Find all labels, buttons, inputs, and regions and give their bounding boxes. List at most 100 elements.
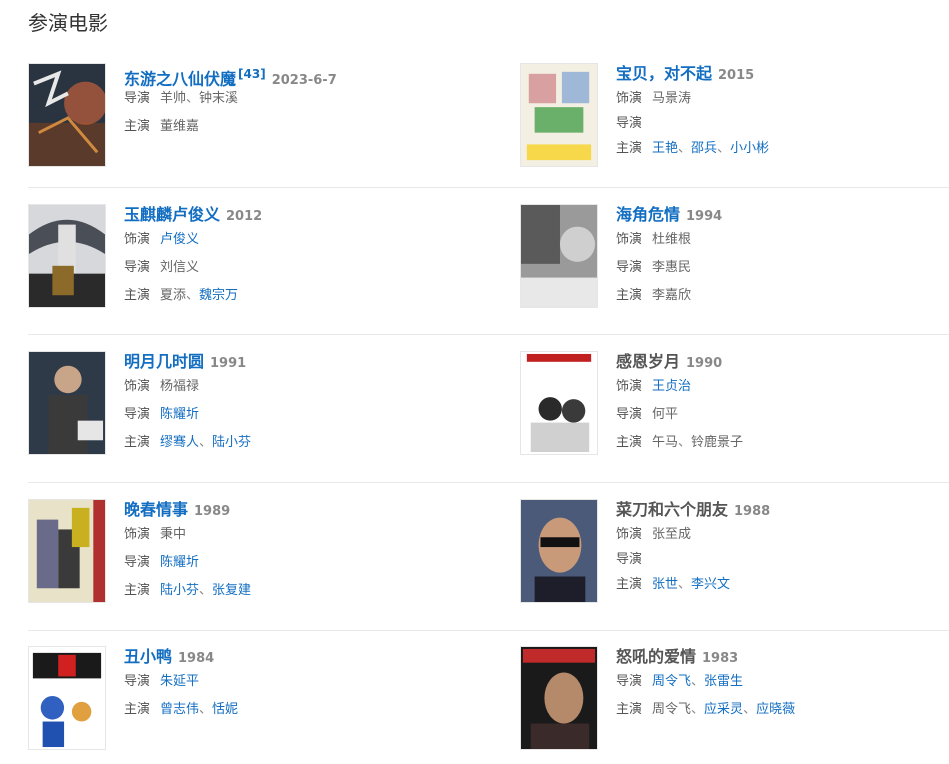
credit-row: 导演 陈耀圻 [124,549,454,577]
person-name: 杨福禄 [160,379,200,394]
person-name[interactable]: 魏宗万 [199,288,238,303]
credit-label: 主演 [124,119,151,134]
person-name[interactable]: 曾志伟 [160,702,199,717]
credit-label: 导演 [616,260,643,275]
movie-title-link[interactable]: 宝贝，对不起 [616,64,712,83]
person-name: 李嘉欣 [652,288,692,303]
person-name[interactable]: 卢俊义 [160,232,199,247]
movie-title-link[interactable]: 玉麒麟卢俊义 [124,205,220,224]
movie-title-line: 宝贝，对不起 2015 [616,63,946,85]
person-name[interactable]: 应采灵 [704,702,743,717]
credit-label: 导演 [616,674,643,689]
movie-grid: 东游之八仙伏魔 [43] 2023-6-7 导演 羊帅、钟末溪 主演 董维嘉 宝贝，对不起 2… [28,0,949,764]
credit-row: 主演 王艳、邵兵、小小彬 [616,135,946,163]
credit-label: 饰演 [124,527,151,542]
name-separator: 、 [678,141,692,156]
movie-poster[interactable] [28,351,106,455]
movie-item: 感恩岁月 1990 饰演 王贞治 导演 何平 主演 午马、铃鹿景子 [520,351,949,457]
person-name: 李惠民 [652,260,692,275]
credit-label: 主演 [616,702,643,717]
movie-year: 1991 [210,356,247,371]
credit-row: 饰演 杜维根 [616,226,946,254]
person-name[interactable]: 缪骞人 [160,435,199,450]
credit-label: 导演 [124,91,151,106]
movie-title-link[interactable]: 明月几时圆 [124,352,204,371]
movie-poster[interactable] [520,351,598,455]
movie-year: 2023-6-7 [271,73,337,89]
movie-title-line: 海角危情 1994 [616,204,946,226]
credit-row: 导演 周令飞、张雷生 [616,668,946,696]
movie-poster[interactable] [520,646,598,750]
movie-info: 海角危情 1994 饰演 杜维根导演 李惠民主演 李嘉欣 [616,204,946,310]
movie-year: 2015 [718,68,755,83]
movie-poster[interactable] [520,499,598,603]
movie-year: 1988 [734,504,771,519]
credit-row: 导演 羊帅、钟末溪 [124,85,454,113]
movie-title-link[interactable]: 怒吼的爱情 [616,647,696,666]
person-name[interactable]: 陆小芬 [160,583,199,598]
credit-row: 导演 陈耀圻 [124,401,454,429]
credit-label: 饰演 [124,379,151,394]
movie-poster[interactable] [28,63,106,167]
person-name[interactable]: 周令飞 [652,674,691,689]
person-name: 刘信义 [160,260,200,275]
credit-row: 导演 何平 [616,401,946,429]
person-name[interactable]: 王艳 [652,141,678,156]
person-name: 马景涛 [652,91,692,106]
credit-label: 主演 [616,141,643,156]
person-name[interactable]: 陆小芬 [212,435,251,450]
person-name: 杜维根 [652,232,692,247]
person-name: 铃鹿景子 [691,435,744,450]
person-name[interactable]: 朱延平 [160,674,199,689]
row-divider [28,482,949,483]
movie-title-link[interactable]: 海角危情 [616,205,680,224]
person-name[interactable]: 应晓薇 [756,702,795,717]
movie-poster[interactable] [520,204,598,308]
movie-item: 晚春情事 1989 饰演 秉中 导演 陈耀圻 主演 陆小芬、张复建 [28,499,458,605]
person-name[interactable]: 陈耀圻 [160,555,199,570]
credit-label: 饰演 [124,232,151,247]
movie-year: 1989 [194,504,231,519]
person-name[interactable]: 李兴文 [691,577,730,592]
movie-poster[interactable] [520,63,598,167]
movie-year: 1983 [702,651,739,666]
credit-row: 主演 午马、铃鹿景子 [616,429,946,457]
movie-item: 怒吼的爱情 1983 导演 周令飞、张雷生 主演 周令飞、应采灵、应晓薇 [520,646,949,752]
movie-title-link[interactable]: 菜刀和六个朋友 [616,500,728,519]
credit-row: 饰演 马景涛 [616,85,946,113]
movie-title-line: 玉麒麟卢俊义 2012 [124,204,454,226]
movie-poster[interactable] [28,204,106,308]
movie-year: 1984 [178,651,215,666]
movie-info: 菜刀和六个朋友 1988 饰演 张至成 导演 主演 张世、李兴文 [616,499,946,599]
movie-info: 晚春情事 1989 饰演 秉中 导演 陈耀圻 主演 陆小芬、张复建 [124,499,454,605]
movie-info: 明月几时圆 1991 饰演 杨福禄 导演 陈耀圻 主演 缪骞人、陆小芬 [124,351,454,457]
person-name: 周令飞 [652,702,692,717]
person-name: 午马 [652,435,679,450]
credit-row: 主演 李嘉欣 [616,282,946,310]
person-name[interactable]: 张复建 [212,583,251,598]
movie-item: 东游之八仙伏魔 [43] 2023-6-7 导演 羊帅、钟末溪 主演 董维嘉 [28,63,458,169]
movie-title-link[interactable]: 感恩岁月 [616,352,680,371]
person-name[interactable]: 张雷生 [704,674,743,689]
name-separator: 、 [678,577,692,592]
movie-poster[interactable] [28,646,106,750]
movie-poster[interactable] [28,499,106,603]
person-name[interactable]: 小小彬 [730,141,769,156]
citation-link[interactable]: [43] [238,67,266,81]
movie-item: 宝贝，对不起 2015 饰演 马景涛 导演 主演 王艳、邵兵、小小彬 [520,63,949,169]
movie-info: 怒吼的爱情 1983 导演 周令飞、张雷生 主演 周令飞、应采灵、应晓薇 [616,646,946,724]
credit-label: 饰演 [616,91,643,106]
name-separator: 、 [691,674,705,689]
movie-title-link[interactable]: 晚春情事 [124,500,188,519]
movie-title-link[interactable]: 丑小鸭 [124,647,172,666]
credit-label: 主演 [124,435,151,450]
person-name[interactable]: 陈耀圻 [160,407,199,422]
person-name[interactable]: 恬妮 [212,702,238,717]
person-name[interactable]: 邵兵 [691,141,717,156]
person-name[interactable]: 王贞治 [652,379,691,394]
name-separator: 、 [717,141,731,156]
movie-title-line: 菜刀和六个朋友 1988 [616,499,946,521]
person-name[interactable]: 张世 [652,577,678,592]
person-name: 秉中 [160,527,187,542]
credit-label: 主演 [124,288,151,303]
